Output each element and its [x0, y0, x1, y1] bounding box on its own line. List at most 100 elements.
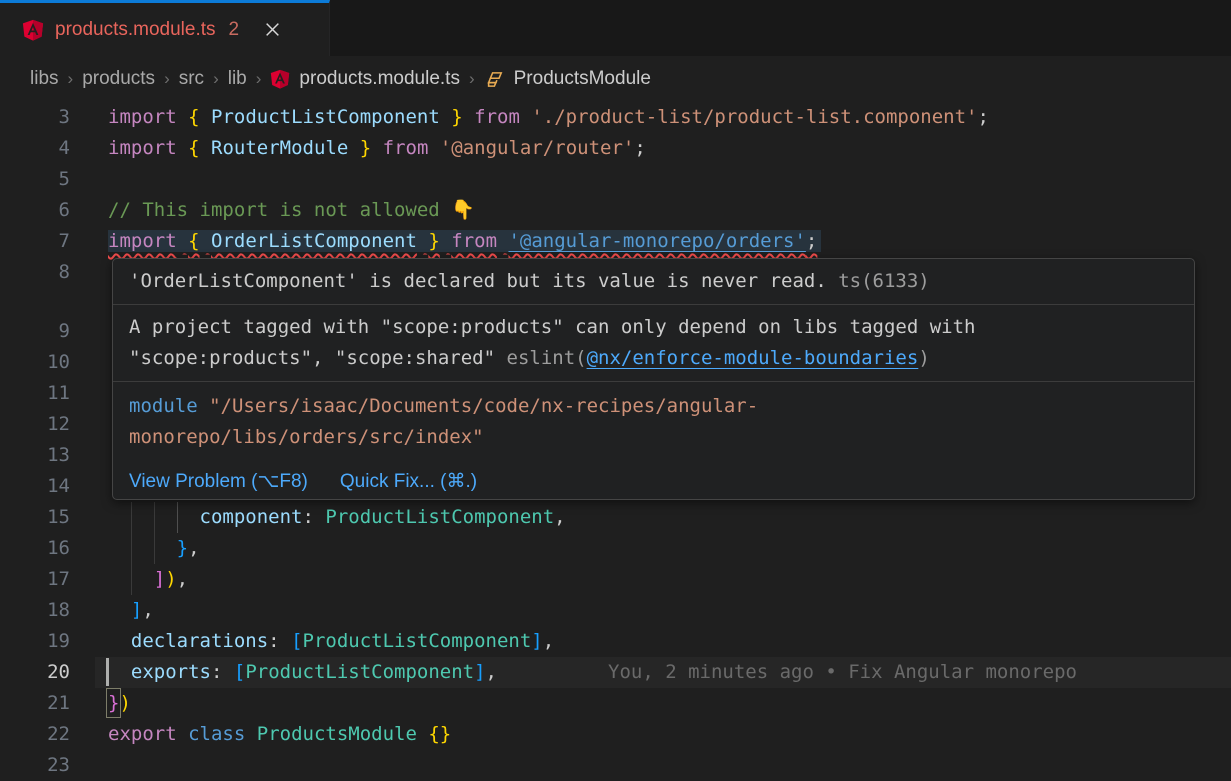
code-token	[177, 230, 188, 252]
code-token: }	[177, 537, 188, 559]
code-token	[177, 723, 188, 745]
breadcrumb-file[interactable]: products.module.ts	[299, 68, 460, 90]
code-token: from	[474, 106, 520, 128]
code-token: '@angular/router'	[440, 137, 634, 159]
error-highlight: import { OrderListComponent } from '@ang…	[108, 230, 821, 252]
code-token	[108, 661, 131, 683]
indent-guide	[131, 564, 132, 595]
code-token: component	[200, 506, 303, 528]
hover-section-eslint-diagnostic: A project tagged with "scope:products" c…	[113, 305, 1194, 382]
bracket-match-box	[106, 688, 121, 718]
code-token	[440, 230, 451, 252]
code-token: ]	[531, 630, 542, 652]
quick-fix-button[interactable]: Quick Fix... (⌘.)	[340, 470, 477, 493]
eslint-rule-link[interactable]: @nx/enforce-module-boundaries	[587, 347, 919, 369]
hover-text: module	[129, 395, 198, 417]
code-token	[497, 230, 508, 252]
code-line[interactable]: },	[95, 533, 1231, 564]
code-token: ;	[977, 106, 988, 128]
hover-text: 'OrderListComponent' is declared but its…	[129, 270, 827, 292]
chevron-right-icon: ›	[68, 69, 74, 89]
code-token: ,	[543, 630, 554, 652]
code-token: :	[211, 661, 234, 683]
code-token: ;	[806, 230, 817, 252]
line-number: 21	[0, 688, 70, 719]
tab-problem-badge: 2	[229, 19, 240, 41]
code-line[interactable]	[95, 750, 1231, 781]
hover-text: ts(6133)	[827, 270, 930, 292]
hover-text: "scope:products", "scope:shared"	[129, 347, 507, 369]
code-token: ,	[142, 599, 153, 621]
code-token	[200, 137, 211, 159]
line-number: 12	[0, 409, 70, 440]
code-line[interactable]: import { RouterModule } from '@angular/r…	[95, 133, 1231, 164]
code-token: // This import is not allowed 👇	[108, 199, 475, 221]
view-problem-button[interactable]: View Problem (⌥F8)	[129, 470, 308, 493]
code-line[interactable]: import { ProductListComponent } from './…	[95, 102, 1231, 133]
breadcrumb-item-libs[interactable]: libs	[30, 68, 59, 90]
code-token: export	[108, 723, 177, 745]
code-token	[108, 537, 177, 559]
module-link[interactable]: '@angular-monorepo/orders'	[508, 230, 805, 252]
indent-guide	[154, 533, 155, 564]
code-token: './product-list/product-list.component'	[531, 106, 977, 128]
code-token: ProductListComponent	[245, 661, 474, 683]
code-line[interactable]: import { OrderListComponent } from '@ang…	[95, 226, 1231, 257]
symbol-class-icon	[484, 69, 505, 90]
code-token	[428, 137, 439, 159]
code-line[interactable]: export class ProductsModule {}	[95, 719, 1231, 750]
line-number: 16	[0, 533, 70, 564]
line-number: 17	[0, 564, 70, 595]
chevron-right-icon: ›	[469, 69, 475, 89]
line-number: 6	[0, 195, 70, 226]
code-token	[314, 506, 325, 528]
breadcrumb-item-lib[interactable]: lib	[228, 68, 247, 90]
code-token: ,	[486, 661, 497, 683]
tab-products-module[interactable]: products.module.ts 2	[0, 0, 330, 56]
indent-guide	[177, 502, 178, 533]
chevron-right-icon: ›	[213, 69, 219, 89]
code-token	[245, 723, 256, 745]
tab-bar: products.module.ts 2	[0, 0, 1231, 56]
hover-text: monorepo/libs/orders/src/index"	[129, 426, 484, 448]
text-cursor	[106, 658, 109, 686]
code-token: {	[188, 137, 199, 159]
code-token	[440, 106, 451, 128]
hover-section-ts-diagnostic: 'OrderListComponent' is declared but its…	[113, 259, 1194, 305]
code-token: ProductListComponent	[325, 506, 554, 528]
line-number: 10	[0, 347, 70, 378]
code-token: from	[383, 137, 429, 159]
code-token: ,	[554, 506, 565, 528]
hover-row: "scope:products", "scope:shared" eslint(…	[129, 343, 1194, 374]
line-number: 20	[0, 657, 70, 688]
code-token: import	[108, 230, 177, 252]
line-number: 15	[0, 502, 70, 533]
close-icon[interactable]	[264, 21, 281, 38]
line-number: 7	[0, 226, 70, 257]
code-token: ]	[154, 568, 165, 590]
hover-text: A project tagged with "scope:products" c…	[129, 316, 975, 338]
line-number: 4	[0, 133, 70, 164]
breadcrumb-item-src[interactable]: src	[179, 68, 204, 90]
breadcrumb-item-products[interactable]: products	[82, 68, 155, 90]
code-line[interactable]	[95, 164, 1231, 195]
hover-row: 'OrderListComponent' is declared but its…	[129, 266, 1194, 297]
code-token: [	[234, 661, 245, 683]
code-line[interactable]: declarations: [ProductListComponent],	[95, 626, 1231, 657]
chevron-right-icon: ›	[256, 69, 262, 89]
code-line[interactable]: ],	[95, 595, 1231, 626]
breadcrumb-symbol[interactable]: ProductsModule	[514, 68, 651, 90]
code-token: ProductListComponent	[211, 106, 440, 128]
code-token	[520, 106, 531, 128]
code-token: OrderListComponent	[211, 230, 417, 252]
indent-guide	[131, 502, 132, 533]
code-line[interactable]: ]),	[95, 564, 1231, 595]
code-line[interactable]: // This import is not allowed 👇	[95, 195, 1231, 226]
code-token	[177, 106, 188, 128]
code-token: }	[428, 230, 439, 252]
line-number: 9	[0, 316, 70, 347]
code-line[interactable]: component: ProductListComponent,	[95, 502, 1231, 533]
hover-row: monorepo/libs/orders/src/index"	[129, 422, 1194, 453]
code-token: exports	[131, 661, 211, 683]
code-line[interactable]: })	[95, 688, 1231, 719]
